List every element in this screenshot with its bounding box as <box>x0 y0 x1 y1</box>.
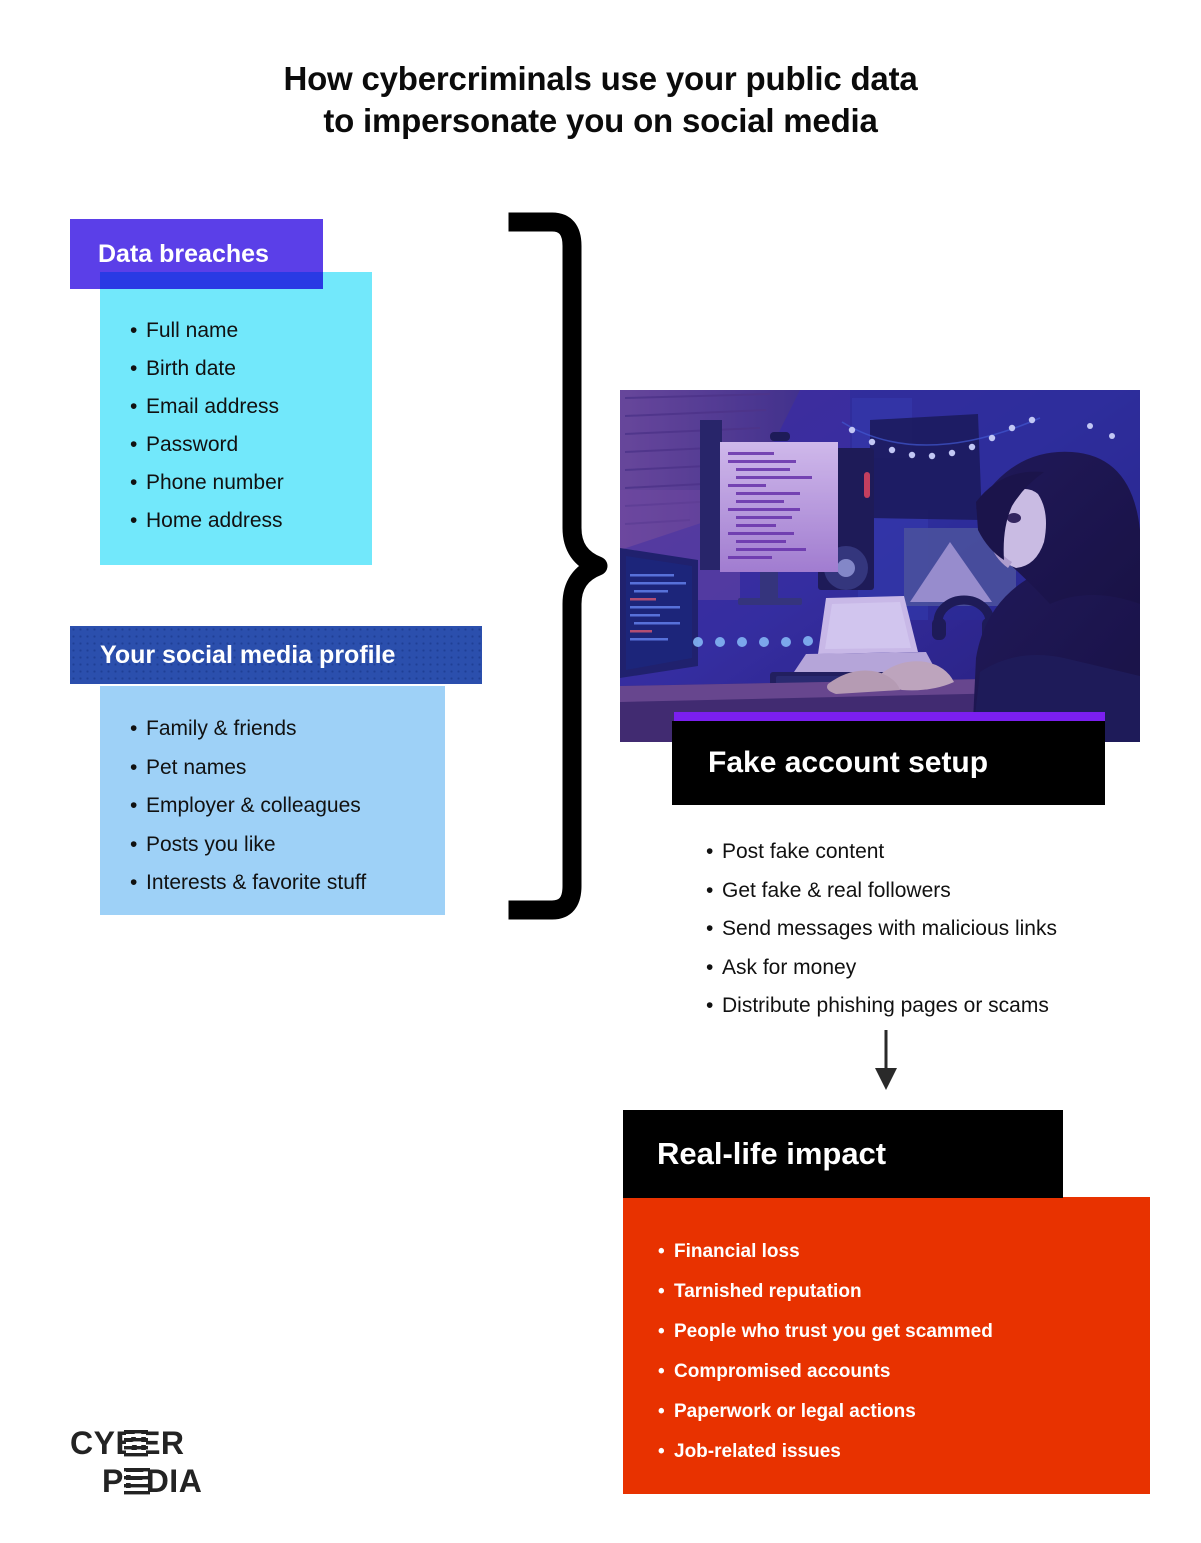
hacker-photo-illustration <box>620 390 1140 742</box>
list-item: People who trust you get scammed <box>658 1312 993 1352</box>
social-profile-list: Family & friends Pet names Employer & co… <box>130 710 366 903</box>
social-profile-heading-label: Your social media profile <box>100 640 396 669</box>
list-item: Financial loss <box>658 1232 993 1272</box>
list-item: Phone number <box>130 464 284 502</box>
list-item: Family & friends <box>130 710 366 749</box>
fake-account-heading-label: Fake account setup <box>708 746 989 779</box>
list-item: Distribute phishing pages or scams <box>706 987 1057 1026</box>
list-item: Posts you like <box>130 826 366 865</box>
list-item: Paperwork or legal actions <box>658 1392 993 1432</box>
logo-e-slot-top <box>126 1434 146 1453</box>
list-item: Email address <box>130 388 284 426</box>
fake-account-accent-bar <box>674 712 1105 721</box>
list-item: Pet names <box>130 749 366 788</box>
data-breaches-list: Full name Birth date Email address Passw… <box>130 312 284 540</box>
list-item: Get fake & real followers <box>706 872 1057 911</box>
list-item: Password <box>130 426 284 464</box>
fake-account-header: Fake account setup <box>672 721 1105 805</box>
list-item: Tarnished reputation <box>658 1272 993 1312</box>
infographic-page: How cybercriminals use your public data … <box>0 0 1201 1543</box>
real-life-impact-header: Real-life impact <box>623 1110 1063 1198</box>
social-profile-header: Your social media profile <box>70 626 482 684</box>
list-item: Interests & favorite stuff <box>130 864 366 903</box>
list-item: Home address <box>130 502 284 540</box>
list-item: Compromised accounts <box>658 1352 993 1392</box>
list-item: Birth date <box>130 350 284 388</box>
list-item: Full name <box>130 312 284 350</box>
real-life-impact-list: Financial loss Tarnished reputation Peop… <box>658 1232 993 1472</box>
logo-line-2: PEDIA <box>102 1463 202 1499</box>
cyberpedia-logo: CYBER PEDIA <box>70 1425 202 1499</box>
page-title-line-1: How cybercriminals use your public data <box>283 60 918 97</box>
list-item: Post fake content <box>706 833 1057 872</box>
page-title: How cybercriminals use your public data … <box>0 58 1201 141</box>
list-item: Ask for money <box>706 949 1057 988</box>
list-item: Send messages with malicious links <box>706 910 1057 949</box>
logo-e-slot-bottom <box>126 1472 148 1491</box>
real-life-impact-heading-label: Real-life impact <box>657 1136 887 1171</box>
fake-account-list: Post fake content Get fake & real follow… <box>706 833 1057 1026</box>
list-item: Employer & colleagues <box>130 787 366 826</box>
page-title-line-2: to impersonate you on social media <box>323 101 878 139</box>
data-breaches-heading-label: Data breaches <box>98 239 269 268</box>
curly-brace-connector-icon <box>508 212 608 920</box>
data-breaches-header: Data breaches <box>70 219 323 289</box>
down-arrow-icon <box>875 1030 897 1090</box>
hacker-photo <box>620 390 1140 742</box>
list-item: Job-related issues <box>658 1432 993 1472</box>
